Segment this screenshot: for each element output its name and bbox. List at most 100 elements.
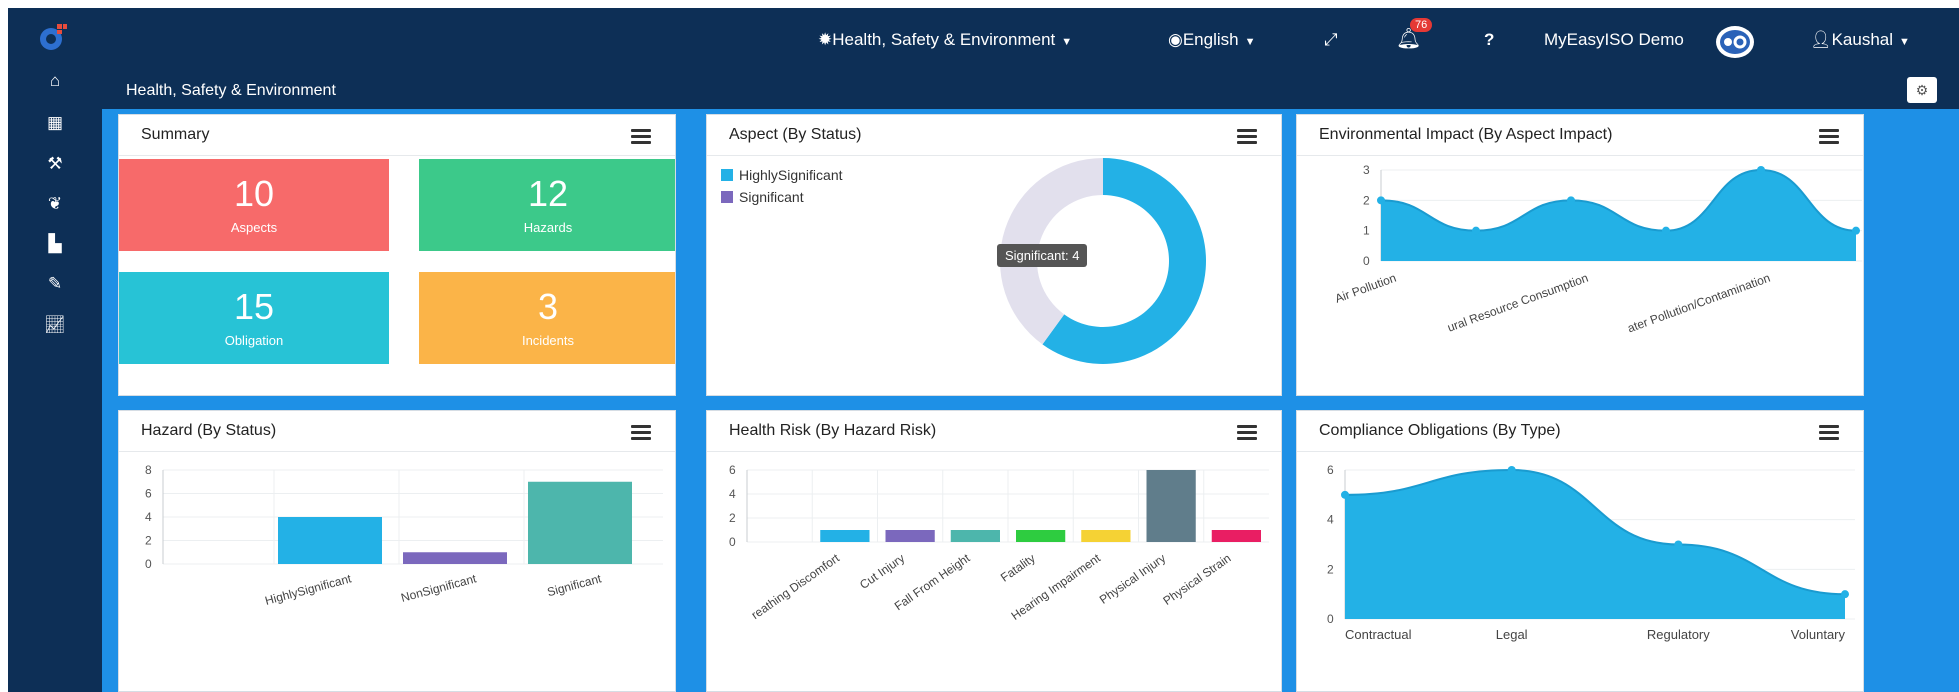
tile-value: 12	[527, 173, 569, 214]
x-tick-label: Significant	[546, 571, 604, 599]
settings-button[interactable]: ⚙	[1907, 77, 1937, 103]
help-button[interactable]: ?	[1484, 30, 1494, 50]
notification-badge: 76	[1410, 18, 1433, 32]
app-frame: ✹Health, Safety & Environment ▼ ◉English ▼…	[8, 8, 1959, 692]
y-tick-label: 2	[729, 511, 736, 525]
notifications-button[interactable]: 🔔︎ 76	[1396, 18, 1433, 51]
line-chart-icon[interactable]: 📈︎	[44, 314, 66, 336]
y-tick-label: 0	[729, 535, 736, 549]
edit-icon[interactable]: ✎	[44, 273, 66, 295]
module-label: Health, Safety & Environment	[832, 30, 1056, 49]
fullscreen-button[interactable]: ⤢	[1324, 30, 1338, 50]
user-label: Kaushal	[1831, 30, 1894, 49]
x-tick-label: Air Pollution	[1333, 271, 1398, 306]
tile-label: Incidents	[521, 333, 575, 348]
data-point	[1674, 540, 1683, 549]
caret-down-icon: ▼	[1061, 36, 1073, 48]
aspect-panel: Aspect (By Status) HighlySignificant Sig…	[706, 114, 1282, 396]
module-dropdown[interactable]: ✹Health, Safety & Environment ▼	[818, 30, 1072, 50]
bar-chart: 0 2 4 6 8 HighlySignificant NonSignificant Sign…	[145, 463, 663, 608]
tile-incidents[interactable]: 3 Incidents	[419, 272, 675, 364]
x-tick-label: ural Resource Consumption	[1445, 271, 1590, 335]
x-tick-label: NonSignificant	[399, 571, 478, 605]
bar	[278, 517, 382, 564]
app-logo[interactable]	[38, 22, 68, 52]
y-tick-label: 0	[1327, 612, 1334, 626]
user-icon: 👤︎	[1810, 30, 1832, 49]
iso-logo-icon	[1716, 26, 1754, 58]
x-tick-label: Legal	[1496, 627, 1528, 642]
x-tick-label: Voluntary	[1791, 627, 1846, 642]
hamburger-menu-icon[interactable]	[1237, 129, 1257, 144]
y-tick-label: 6	[729, 463, 736, 477]
tile-label: Aspects	[230, 220, 278, 235]
tile-value: 3	[537, 286, 559, 327]
y-tick-label: 6	[1327, 463, 1334, 477]
tooltip-text: Significant: 4	[1005, 248, 1080, 263]
caret-down-icon: ▼	[1899, 36, 1910, 48]
data-point	[1852, 226, 1860, 235]
caret-down-icon: ▼	[1244, 36, 1256, 48]
language-dropdown[interactable]: ◉English ▼	[1168, 30, 1256, 50]
top-navbar: ✹Health, Safety & Environment ▼ ◉English ▼…	[8, 8, 1959, 72]
building-icon[interactable]: ▦	[44, 112, 66, 134]
panel-title: Summary	[141, 126, 210, 143]
leaf-icon[interactable]: ❦	[44, 193, 66, 215]
hamburger-menu-icon[interactable]	[1819, 425, 1839, 440]
tile-label: Obligation	[224, 333, 284, 348]
panel-title: Hazard (By Status)	[141, 422, 277, 439]
tile-hazards[interactable]: 12 Hazards	[419, 159, 675, 251]
tile-value: 15	[233, 286, 275, 327]
y-tick-label: 2	[1327, 562, 1334, 576]
health-risk-panel: Health Risk (By Hazard Risk) 0 2 4 6 reathin…	[706, 410, 1282, 692]
env-impact-panel: Environmental Impact (By Aspect Impact) …	[1296, 114, 1864, 396]
y-tick-label: 2	[1363, 193, 1370, 207]
bar	[1211, 530, 1261, 542]
panel-title: Health Risk (By Hazard Risk)	[729, 422, 937, 439]
industry-icon[interactable]: ▙	[44, 233, 66, 255]
bar	[820, 530, 870, 542]
data-point	[1567, 196, 1575, 205]
y-tick-label: 2	[145, 534, 152, 548]
donut-chart	[1000, 158, 1206, 364]
panel-title: Environmental Impact (By Aspect Impact)	[1319, 126, 1613, 143]
tile-label: Hazards	[523, 220, 573, 235]
bar	[1016, 530, 1066, 542]
sidebar: ⌂ ▦ ⚒ ❦ ▙ ✎ 📈︎	[8, 70, 102, 692]
x-tick-label: HighlySignificant	[263, 571, 353, 608]
globe-icon: ◉	[1168, 30, 1183, 49]
area-chart: 0 2 4 6 Contractual Legal Regulatory Voluntary	[1327, 463, 1855, 642]
hamburger-menu-icon[interactable]	[1237, 425, 1257, 440]
x-tick-label: Contractual	[1345, 627, 1412, 642]
compliance-panel: Compliance Obligations (By Type) 0 2 4 6 Con…	[1296, 410, 1864, 692]
org-label: MyEasyISO Demo	[1544, 30, 1684, 49]
user-menu[interactable]: 👤︎Kaushal ▼	[1810, 30, 1910, 50]
panel-title: Compliance Obligations (By Type)	[1319, 422, 1561, 439]
data-point	[1507, 466, 1516, 474]
data-point	[1841, 590, 1849, 599]
y-tick-label: 1	[1363, 224, 1370, 238]
language-label: English	[1182, 30, 1239, 49]
org-selector[interactable]: MyEasyISO Demo	[1544, 30, 1684, 50]
x-tick-label: Physical Injury	[1097, 551, 1168, 607]
tile-obligation[interactable]: 15 Obligation	[119, 272, 389, 364]
bar	[885, 530, 935, 542]
help-icon: ?	[1484, 30, 1495, 49]
bar-chart: 0246reathing Discomfort Cut InjuryFall Fr…	[729, 463, 1269, 623]
hazard-panel: Hazard (By Status) 0 2 4 6 8 HighlySignifican…	[118, 410, 676, 692]
bar	[1081, 530, 1131, 542]
tile-aspects[interactable]: 10 Aspects	[119, 159, 389, 251]
home-icon[interactable]: ⌂	[44, 70, 66, 92]
gear-icon: ✹	[818, 30, 833, 49]
cog-icon: ⚙	[1915, 82, 1929, 98]
bar	[403, 552, 507, 564]
tile-value: 10	[233, 173, 275, 214]
hamburger-menu-icon[interactable]	[1819, 129, 1839, 144]
bar	[1146, 470, 1196, 542]
tooltip: Significant: 4	[997, 244, 1088, 267]
hamburger-menu-icon[interactable]	[631, 425, 651, 440]
hamburger-menu-icon[interactable]	[631, 129, 651, 144]
logo-icon	[40, 24, 67, 50]
y-tick-label: 3	[1363, 163, 1370, 177]
gavel-icon[interactable]: ⚒	[44, 153, 66, 175]
